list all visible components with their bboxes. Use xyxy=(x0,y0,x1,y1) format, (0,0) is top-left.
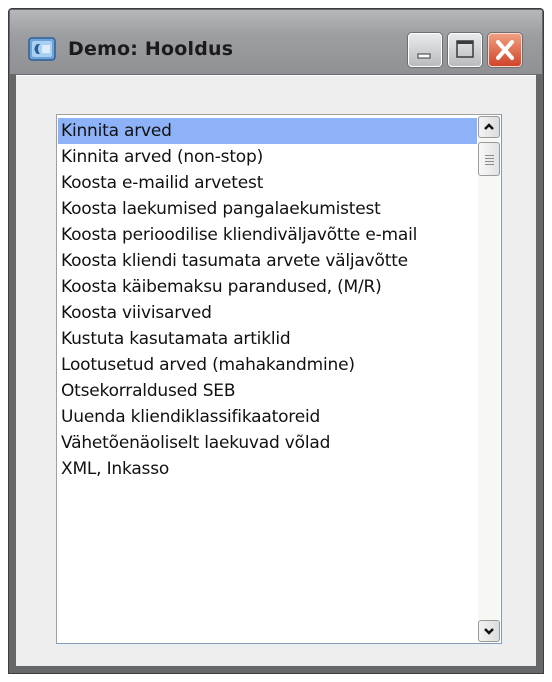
list-item[interactable]: Kustuta kasutamata artiklid xyxy=(58,326,477,352)
close-icon xyxy=(496,40,514,60)
chevron-down-icon xyxy=(484,628,494,635)
maintenance-list[interactable]: Kinnita arved Kinnita arved (non-stop) Koo… xyxy=(56,114,502,644)
vertical-scrollbar[interactable] xyxy=(478,116,500,642)
list-item[interactable]: XML, Inkasso xyxy=(58,456,477,482)
list-items: Kinnita arved Kinnita arved (non-stop) Koo… xyxy=(58,118,477,482)
minimize-icon xyxy=(417,53,431,59)
minimize-button[interactable] xyxy=(408,33,442,67)
list-item[interactable]: Koosta käibemaksu parandused, (M/R) xyxy=(58,274,477,300)
window-client-area: Kinnita arved Kinnita arved (non-stop) Koo… xyxy=(16,75,536,666)
chevron-up-icon xyxy=(484,123,494,130)
window-title: Demo: Hooldus xyxy=(68,38,234,60)
app-window: Demo: Hooldus Kinnita arved Kinnita arved… xyxy=(8,8,544,674)
list-item[interactable]: Vähetõenäoliselt laekuvad võlad xyxy=(58,430,477,456)
close-button[interactable] xyxy=(488,33,522,67)
list-item[interactable]: Koosta viivisarved xyxy=(58,300,477,326)
title-bar[interactable]: Demo: Hooldus xyxy=(10,10,542,75)
scroll-thumb[interactable] xyxy=(478,142,500,176)
list-item[interactable]: Koosta kliendi tasumata arvete väljavõtt… xyxy=(58,248,477,274)
list-item[interactable]: Kinnita arved xyxy=(58,118,477,144)
list-item[interactable]: Uuenda kliendiklassifikaatoreid xyxy=(58,404,477,430)
scroll-down-button[interactable] xyxy=(478,620,500,642)
list-item[interactable]: Lootusetud arved (mahakandmine) xyxy=(58,352,477,378)
maximize-icon xyxy=(456,40,474,58)
scroll-up-button[interactable] xyxy=(478,116,500,138)
list-item[interactable]: Otsekorraldused SEB xyxy=(58,378,477,404)
list-item[interactable]: Kinnita arved (non-stop) xyxy=(58,144,477,170)
app-icon[interactable] xyxy=(28,36,58,62)
maximize-button[interactable] xyxy=(448,33,482,67)
list-item[interactable]: Koosta laekumised pangalaekumistest xyxy=(58,196,477,222)
list-item[interactable]: Koosta perioodilise kliendiväljavõtte e-… xyxy=(58,222,477,248)
list-item[interactable]: Koosta e-mailid arvetest xyxy=(58,170,477,196)
